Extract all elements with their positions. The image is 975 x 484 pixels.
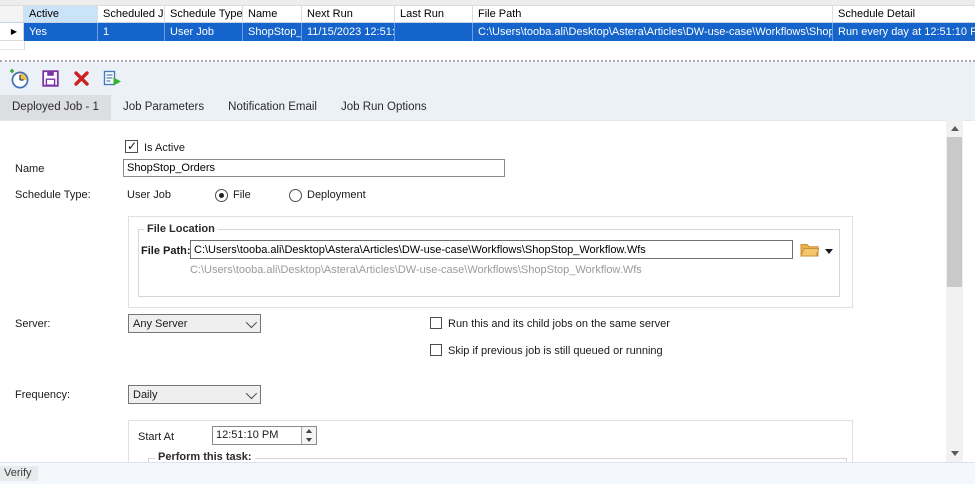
delete-icon[interactable] — [70, 68, 92, 90]
folder-browse-icon[interactable] — [800, 242, 819, 260]
column-header-next-run[interactable]: Next Run — [302, 6, 395, 23]
spinner-down-button[interactable] — [302, 436, 316, 445]
scheduler-toolbar — [0, 62, 975, 95]
deployment-radio-label: Deployment — [307, 189, 366, 201]
cell-scheduled-job-id: 1 — [98, 23, 165, 41]
frequency-dropdown[interactable]: Daily — [128, 385, 261, 404]
column-header-scheduled-job-id[interactable]: Scheduled Job Id — [98, 6, 165, 23]
is-active-checkbox[interactable] — [125, 140, 138, 153]
start-at-time-field[interactable]: 12:51:10 PM — [212, 426, 317, 445]
scrollbar-down-arrow-icon[interactable] — [946, 445, 963, 462]
file-path-input[interactable] — [190, 240, 793, 259]
name-label: Name — [15, 163, 44, 175]
same-server-checkbox[interactable] — [430, 317, 442, 329]
chevron-down-icon — [246, 316, 257, 327]
row-selector-header[interactable] — [0, 6, 24, 23]
same-server-checkbox-label: Run this and its child jobs on the same … — [448, 318, 670, 330]
status-bar: Verify — [0, 462, 975, 484]
file-path-label: File Path: — [141, 245, 191, 257]
column-header-last-run[interactable]: Last Run — [395, 6, 473, 23]
start-at-value: 12:51:10 PM — [213, 427, 301, 444]
file-radio[interactable] — [215, 189, 228, 202]
deployment-radio[interactable] — [289, 189, 302, 202]
name-input[interactable] — [123, 159, 505, 177]
start-at-label: Start At — [138, 431, 174, 443]
cell-name: ShopStop_Orders — [243, 23, 302, 41]
user-job-label: User Job — [127, 189, 171, 201]
scheduled-jobs-grid: Active Scheduled Job Id Schedule Type Na… — [0, 0, 975, 60]
chevron-down-icon — [246, 387, 257, 398]
tab-notification-email[interactable]: Notification Email — [216, 95, 329, 120]
server-dropdown[interactable]: Any Server — [128, 314, 261, 333]
column-header-file-path[interactable]: File Path — [473, 6, 833, 23]
run-job-icon[interactable] — [101, 68, 123, 90]
cell-file-path: C:\Users\tooba.ali\Desktop\Astera\Articl… — [473, 23, 833, 41]
skip-if-queued-checkbox-label: Skip if previous job is still queued or … — [448, 345, 663, 357]
add-schedule-clock-icon[interactable] — [8, 68, 30, 90]
detail-tabbar: Deployed Job - 1 Job Parameters Notifica… — [0, 95, 975, 120]
verify-status-label: Verify — [0, 466, 38, 481]
schedule-type-label: Schedule Type: — [15, 189, 91, 201]
cell-schedule-detail: Run every day at 12:51:10 PM. — [833, 23, 975, 41]
grid-header-row: Active Scheduled Job Id Schedule Type Na… — [0, 6, 975, 23]
row-selector-arrow-icon: ▶ — [0, 23, 24, 41]
time-spinner — [301, 427, 316, 444]
skip-if-queued-checkbox[interactable] — [430, 344, 442, 356]
table-row-selected[interactable]: ▶ Yes 1 User Job ShopStop_Orders 11/15/2… — [0, 23, 975, 41]
tab-deployed-job[interactable]: Deployed Job - 1 — [0, 95, 111, 120]
scrollbar-thumb[interactable] — [947, 137, 962, 287]
is-active-label: Is Active — [144, 142, 185, 154]
tab-job-run-options[interactable]: Job Run Options — [329, 95, 439, 120]
frequency-label: Frequency: — [15, 389, 70, 401]
cell-last-run — [395, 23, 473, 41]
scrollbar-up-arrow-icon[interactable] — [946, 120, 963, 137]
cell-next-run: 11/15/2023 12:51:10 PM — [302, 23, 395, 41]
column-header-name[interactable]: Name — [243, 6, 302, 23]
file-radio-label: File — [233, 189, 251, 201]
tab-job-parameters[interactable]: Job Parameters — [111, 95, 216, 120]
file-path-echo: C:\Users\tooba.ali\Desktop\Astera\Articl… — [190, 264, 642, 276]
column-header-active[interactable]: Active — [24, 6, 98, 23]
cell-active: Yes — [24, 23, 98, 41]
browse-dropdown-arrow-icon[interactable] — [825, 249, 833, 254]
save-icon[interactable] — [39, 68, 61, 90]
server-label: Server: — [15, 318, 50, 330]
column-header-schedule-type[interactable]: Schedule Type — [165, 6, 243, 23]
grid-empty-row-stub — [0, 41, 25, 50]
file-location-legend: File Location — [144, 223, 218, 235]
column-header-schedule-detail[interactable]: Schedule Detail — [833, 6, 975, 23]
vertical-scrollbar[interactable] — [946, 120, 963, 462]
scheduler-window: Active Scheduled Job Id Schedule Type Na… — [0, 0, 975, 484]
file-browse-control — [800, 242, 833, 260]
deployed-job-panel: Is Active Name Schedule Type: User Job F… — [0, 120, 975, 463]
server-dropdown-value: Any Server — [133, 318, 187, 330]
cell-schedule-type: User Job — [165, 23, 243, 41]
spinner-up-button[interactable] — [302, 427, 316, 436]
frequency-dropdown-value: Daily — [133, 389, 157, 401]
